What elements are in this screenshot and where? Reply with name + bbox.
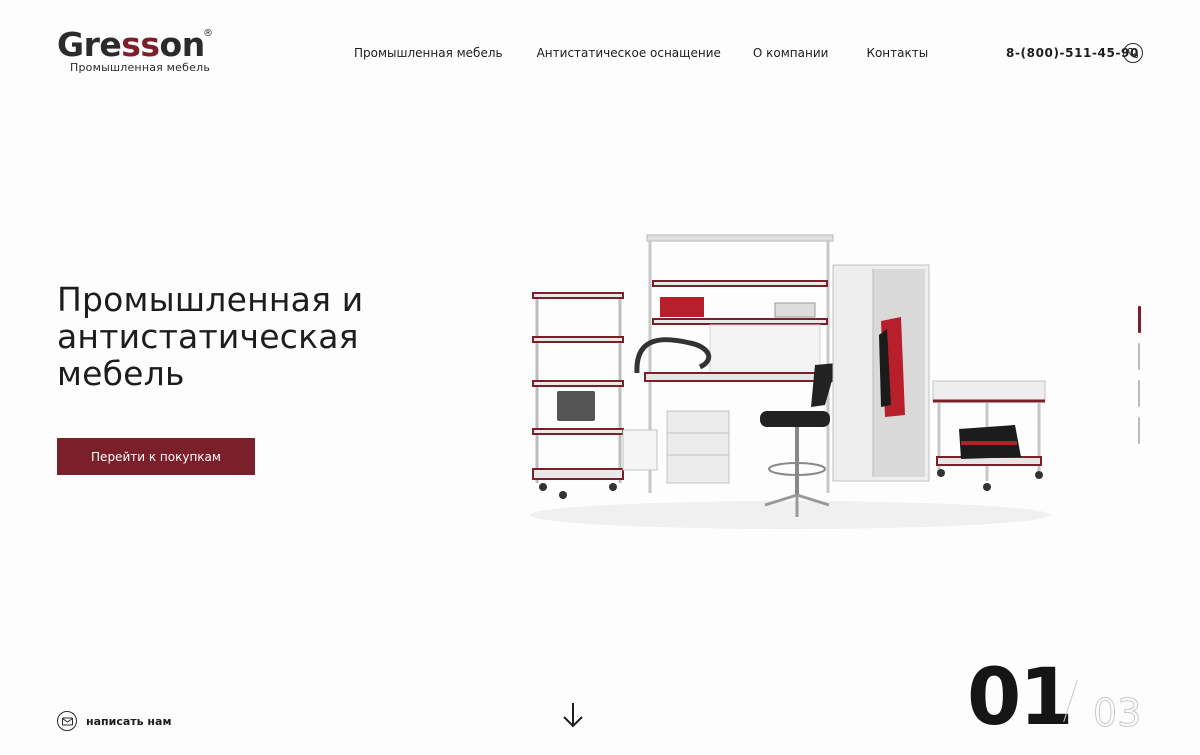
slide-indicators — [1138, 306, 1142, 454]
phone-icon[interactable] — [1123, 43, 1143, 63]
nav-item-antistatic-equipment[interactable]: Антистатическое оснащение — [537, 46, 721, 60]
slide-current-number: 01 — [967, 653, 1074, 743]
logo-wordmark: Gresson — [57, 25, 205, 64]
nav-item-contacts[interactable]: Контакты — [866, 46, 928, 60]
nav-item-about[interactable]: О компании — [753, 46, 829, 60]
write-us-link[interactable]: написать нам — [57, 711, 171, 731]
main-nav: Промышленная мебель Антистатическое осна… — [354, 46, 928, 60]
furniture-set-illustration — [530, 234, 1050, 529]
write-us-label: написать нам — [86, 714, 172, 728]
slide-total-number: 03 — [1092, 691, 1142, 736]
phone-link[interactable]: 8-(800)-511-45-90 — [1006, 46, 1139, 60]
shop-button[interactable]: Перейти к покупкам — [57, 438, 255, 475]
mail-icon — [57, 711, 77, 731]
slide-indicator-3[interactable] — [1138, 380, 1140, 407]
nav-item-industrial-furniture[interactable]: Промышленная мебель — [354, 46, 503, 60]
slide-counter: 01 03 — [967, 655, 1167, 745]
slide-indicator-2[interactable] — [1138, 343, 1140, 370]
slide-indicator-4[interactable] — [1138, 417, 1140, 444]
logo-subtitle: Промышленная мебель — [70, 61, 211, 74]
logo-registered-mark: ® — [203, 28, 213, 39]
slide-indicator-1[interactable] — [1138, 306, 1141, 333]
hero-title: Промышленная и антистатическая мебель — [57, 280, 364, 393]
logo[interactable]: Gresson ® Промышленная мебель — [57, 28, 217, 76]
arrow-down-icon[interactable] — [561, 701, 585, 729]
